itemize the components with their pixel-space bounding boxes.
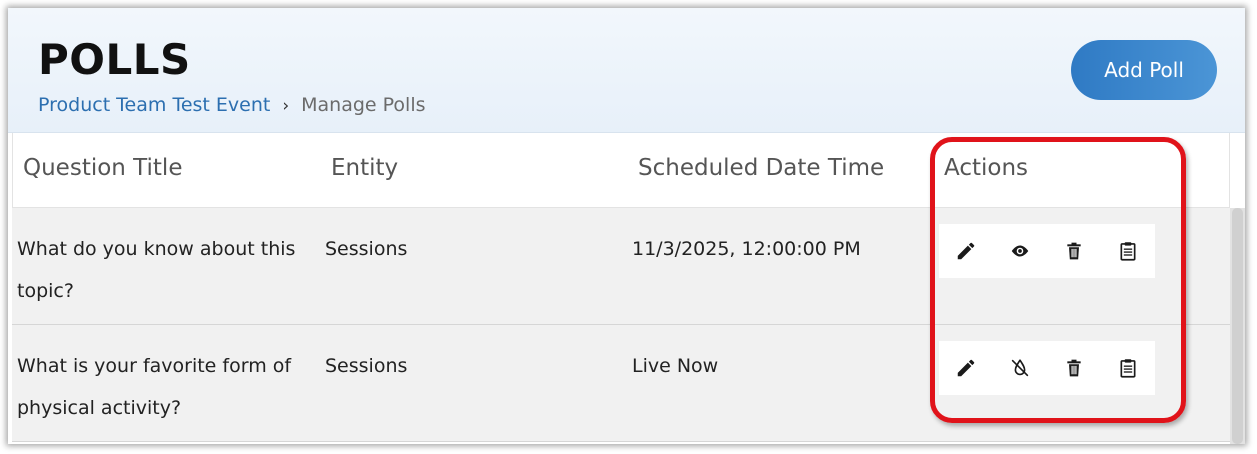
row-actions (939, 224, 1155, 278)
breadcrumb: Product Team Test Event › Manage Polls (38, 93, 426, 118)
clipboard-icon (1120, 242, 1136, 261)
scheduled-date-time-cell: Live Now (632, 355, 719, 377)
page-header: POLLS Product Team Test Event › Manage Pol… (8, 8, 1245, 133)
table-row: What is your favorite form of physical a… (12, 325, 1230, 442)
column-header-actions: Actions (944, 155, 1029, 181)
vertical-scrollbar[interactable] (1230, 208, 1245, 444)
clipboard-icon (1120, 359, 1136, 378)
breadcrumb-event-link[interactable]: Product Team Test Event (38, 94, 270, 116)
eye-icon (1011, 245, 1029, 257)
entity-cell: Sessions (325, 238, 408, 260)
delete-poll-button[interactable] (1047, 224, 1101, 278)
pencil-icon (957, 359, 975, 377)
poll-results-button[interactable] (1101, 224, 1155, 278)
edit-poll-button[interactable] (939, 341, 993, 395)
polls-panel: POLLS Product Team Test Event › Manage Pol… (8, 8, 1245, 444)
preview-poll-button[interactable] (993, 224, 1047, 278)
table-header: Question Title Entity Scheduled Date Tim… (12, 133, 1230, 208)
add-poll-button[interactable]: Add Poll (1071, 40, 1217, 100)
question-title-cell: What is your favorite form of physical a… (17, 355, 292, 419)
delete-poll-button[interactable] (1047, 341, 1101, 395)
scheduled-date-time-cell: 11/3/2025, 12:00:00 PM (632, 238, 861, 260)
table-row: What do you know about this topic? Sessi… (12, 208, 1230, 325)
breadcrumb-current: Manage Polls (301, 94, 426, 116)
scrollbar-thumb[interactable] (1232, 208, 1243, 444)
trash-icon (1067, 242, 1081, 260)
column-header-scheduled-date-time[interactable]: Scheduled Date Time (638, 155, 884, 181)
column-header-question-title[interactable]: Question Title (23, 155, 182, 181)
hide-poll-button[interactable] (993, 341, 1047, 395)
row-actions (939, 341, 1155, 395)
question-title-cell: What do you know about this topic? (17, 238, 296, 302)
breadcrumb-separator: › (282, 96, 290, 116)
polls-table: Question Title Entity Scheduled Date Tim… (12, 133, 1230, 442)
poll-results-button[interactable] (1101, 341, 1155, 395)
page-title: POLLS (38, 35, 191, 84)
column-header-entity[interactable]: Entity (331, 155, 398, 181)
pencil-icon (957, 242, 975, 260)
edit-poll-button[interactable] (939, 224, 993, 278)
trash-icon (1067, 359, 1081, 377)
eye-off-icon (1011, 359, 1029, 377)
entity-cell: Sessions (325, 355, 408, 377)
